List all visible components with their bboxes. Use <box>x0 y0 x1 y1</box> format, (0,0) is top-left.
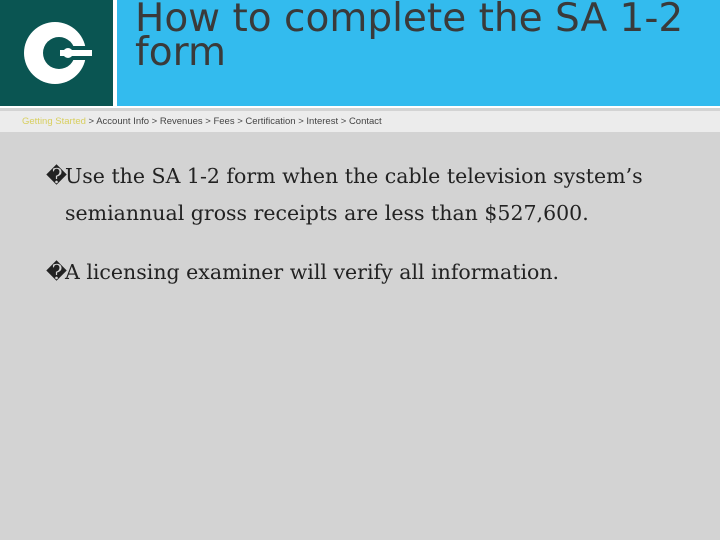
breadcrumb-item-interest[interactable]: Interest <box>306 116 338 127</box>
breadcrumb-separator: > <box>295 116 307 127</box>
bullet-marker-icon: � <box>46 164 68 188</box>
bullet-text: Use the SA 1-2 form when the cable telev… <box>65 164 643 225</box>
c-logo-icon <box>24 22 92 84</box>
breadcrumb-separator: > <box>338 116 349 127</box>
breadcrumb-item-certification[interactable]: Certification <box>245 116 295 127</box>
breadcrumb-separator: > <box>85 116 97 127</box>
breadcrumb-item-getting-started[interactable]: Getting Started <box>22 116 86 127</box>
breadcrumb-separator: > <box>149 116 160 127</box>
bullet-item: �Use the SA 1-2 form when the cable tele… <box>46 158 696 232</box>
slide-header: How to complete the SA 1-2 form <box>0 0 720 108</box>
breadcrumb-item-contact[interactable]: Contact <box>349 116 382 127</box>
breadcrumb-item-revenues[interactable]: Revenues <box>160 116 203 127</box>
breadcrumb-item-account-info[interactable]: Account Info <box>96 116 149 127</box>
logo <box>0 0 113 106</box>
slide-title: How to complete the SA 1-2 form <box>135 0 684 75</box>
breadcrumb: Getting Started > Account Info > Revenue… <box>0 111 720 132</box>
bullet-item: �A licensing examiner will verify all in… <box>46 254 696 291</box>
breadcrumb-item-fees[interactable]: Fees <box>213 116 234 127</box>
bullet-text: A licensing examiner will verify all inf… <box>65 260 560 284</box>
bullet-list: �Use the SA 1-2 form when the cable tele… <box>46 158 696 313</box>
bullet-marker-icon: � <box>46 260 68 284</box>
breadcrumb-separator: > <box>202 116 214 127</box>
breadcrumb-separator: > <box>234 116 246 127</box>
